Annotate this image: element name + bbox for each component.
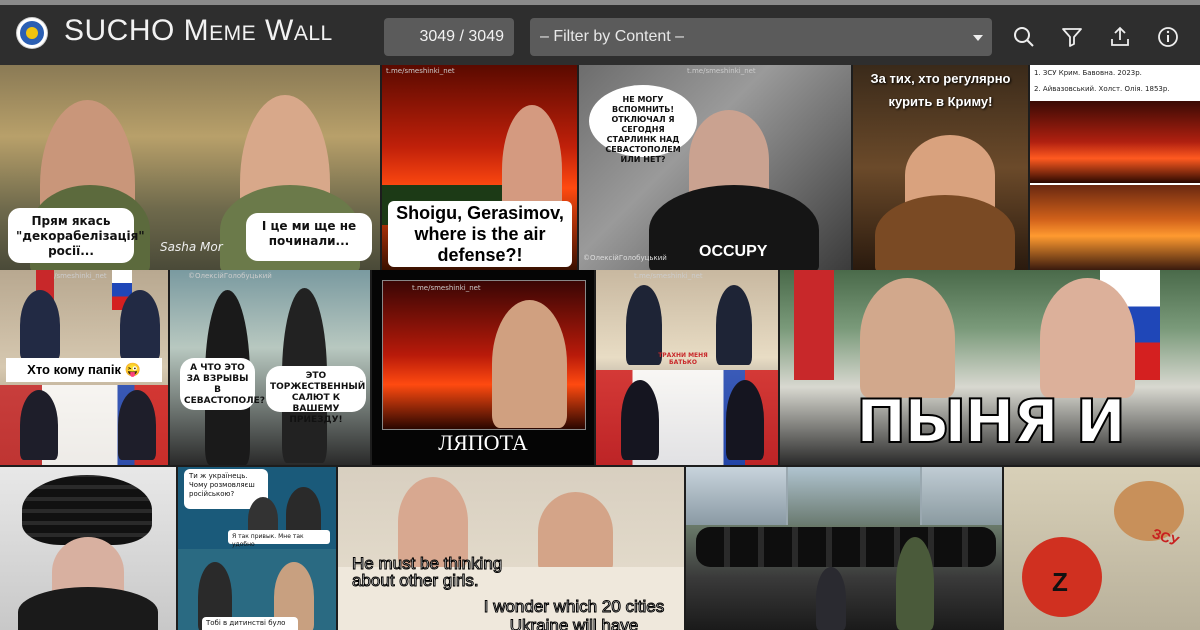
meme-tile-13[interactable]: He must be thinking about other girls. I…	[338, 467, 684, 630]
speech-bubble-2: Я так привык. Мне так удобно	[228, 530, 330, 548]
speech-bubble-left: Прям якась "декорабелізація" росії...	[8, 208, 145, 263]
watermark: t.me/smeshinki_net	[386, 67, 455, 75]
meme-caption-girl: He must be thinking about other girls.	[352, 554, 503, 590]
meme-caption: ЛЯПОТА	[438, 430, 528, 455]
watermark: t.me/smeshinki_net	[687, 67, 756, 75]
photo-fire	[1030, 101, 1200, 183]
meme-tile-12[interactable]: Ти ж українець. Чому розмовляєш російськ…	[178, 467, 336, 630]
meme-tile-14[interactable]	[686, 467, 1002, 630]
tyre-hat	[22, 475, 152, 545]
flag-red	[794, 270, 834, 380]
meme-caption: За тих, хто регулярно курить в Криму!	[870, 71, 1011, 109]
meme-tile-11[interactable]	[0, 467, 176, 630]
content-filter-select[interactable]: – Filter by Content –	[530, 18, 992, 56]
watermark: t.me/smeshinki_net	[634, 272, 703, 280]
meme-caption: Хто кому папік 😜	[6, 358, 162, 382]
search-icon[interactable]	[1012, 25, 1036, 49]
speech-bubble-right: ЭТО ТОРЖЕСТВЕННЫЙ САЛЮТ К ВАШЕМУ ПРИЕЗДУ…	[266, 366, 366, 425]
speech-bubble: НЕ МОГУ ВСПОМНИТЬ! ОТКЛЮЧАЛ Я СЕГОДНЯ СТ…	[589, 85, 697, 164]
meme-tile-2[interactable]: t.me/smeshinki_net Shoigu, Gerasimov, wh…	[382, 65, 577, 270]
shirt-text: OCCUPY	[699, 243, 768, 260]
meme-tile-10[interactable]: ПЫНЯ И ЫНЯ	[780, 270, 1200, 465]
caption-line-1: 1. ЗСУ Крим. Бавовна. 2023р.	[1034, 69, 1142, 77]
content-filter-value: – Filter by Content –	[540, 28, 685, 45]
sucho-logo[interactable]	[17, 18, 47, 48]
author-credit: ©ОлексійГолобуцький	[188, 272, 272, 280]
speech-bubble-right: І це ми ще не починали...	[246, 213, 372, 261]
app-title: SUCHO Meme Wall	[64, 14, 333, 47]
info-icon[interactable]	[1156, 25, 1180, 49]
meme-tile-9[interactable]: t.me/smeshinki_net ТРАХНИ МЕНЯ БАТЬКО	[596, 270, 778, 465]
meme-tile-6[interactable]: t.me/smeshinki_net Хто кому папік 😜	[0, 270, 168, 465]
z-letter: Z	[1052, 567, 1068, 597]
meme-tile-8[interactable]: t.me/smeshinki_net ЛЯПОТА	[372, 270, 594, 465]
meme-caption-guy: I wonder which 20 cities Ukraine will ha…	[483, 597, 665, 630]
caption-line-2: 2. Айвазовський. Холст. Олія. 1853р.	[1034, 85, 1170, 93]
speech-bubble-3: Тобі в дитинстві було	[202, 617, 298, 630]
inline-caption: ТРАХНИ МЕНЯ БАТЬКО	[658, 352, 708, 366]
watermark: t.me/smeshinki_net	[412, 284, 481, 292]
speech-bubble-left: А ЧТО ЭТО ЗА ВЗРЫВЫ В СЕВАСТОПОЛЕ?	[180, 358, 265, 410]
meme-tile-4[interactable]: За тих, хто регулярно курить в Криму!	[853, 65, 1028, 270]
tyres-on-car	[696, 527, 996, 567]
meme-tile-1[interactable]: Прям якась "декорабелізація" росії... І …	[0, 65, 380, 270]
meme-caption: Shoigu, Gerasimov, where is the air defe…	[388, 201, 572, 267]
filter-icon[interactable]	[1060, 25, 1084, 49]
meme-counter: 3049 / 3049	[384, 18, 514, 56]
chevron-down-icon	[973, 35, 983, 41]
share-icon[interactable]	[1108, 25, 1132, 49]
painting-fire	[1030, 185, 1200, 270]
meme-tile-15[interactable]: Z ЗСУ	[1004, 467, 1200, 630]
artist-signature: Sasha Mor	[160, 240, 223, 254]
bomber-photo-1	[686, 467, 786, 525]
meme-caption: ПЫНЯ И ЫНЯ	[855, 387, 1127, 465]
author-credit: ©ОлексійГолобуцький	[583, 254, 667, 262]
meme-tile-5[interactable]: 1. ЗСУ Крим. Бавовна. 2023р. 2. Айвазовс…	[1030, 65, 1200, 270]
meme-tile-3[interactable]: t.me/smeshinki_net OCCUPY НЕ МОГУ ВСПОМН…	[579, 65, 851, 270]
top-bar: SUCHO Meme Wall 3049 / 3049 – Filter by …	[0, 0, 1200, 65]
meme-tile-7[interactable]: ©ОлексійГолобуцький А ЧТО ЭТО ЗА ВЗРЫВЫ …	[170, 270, 370, 465]
bomber-photo-2	[788, 467, 920, 525]
bomber-photo-3	[922, 467, 1002, 525]
